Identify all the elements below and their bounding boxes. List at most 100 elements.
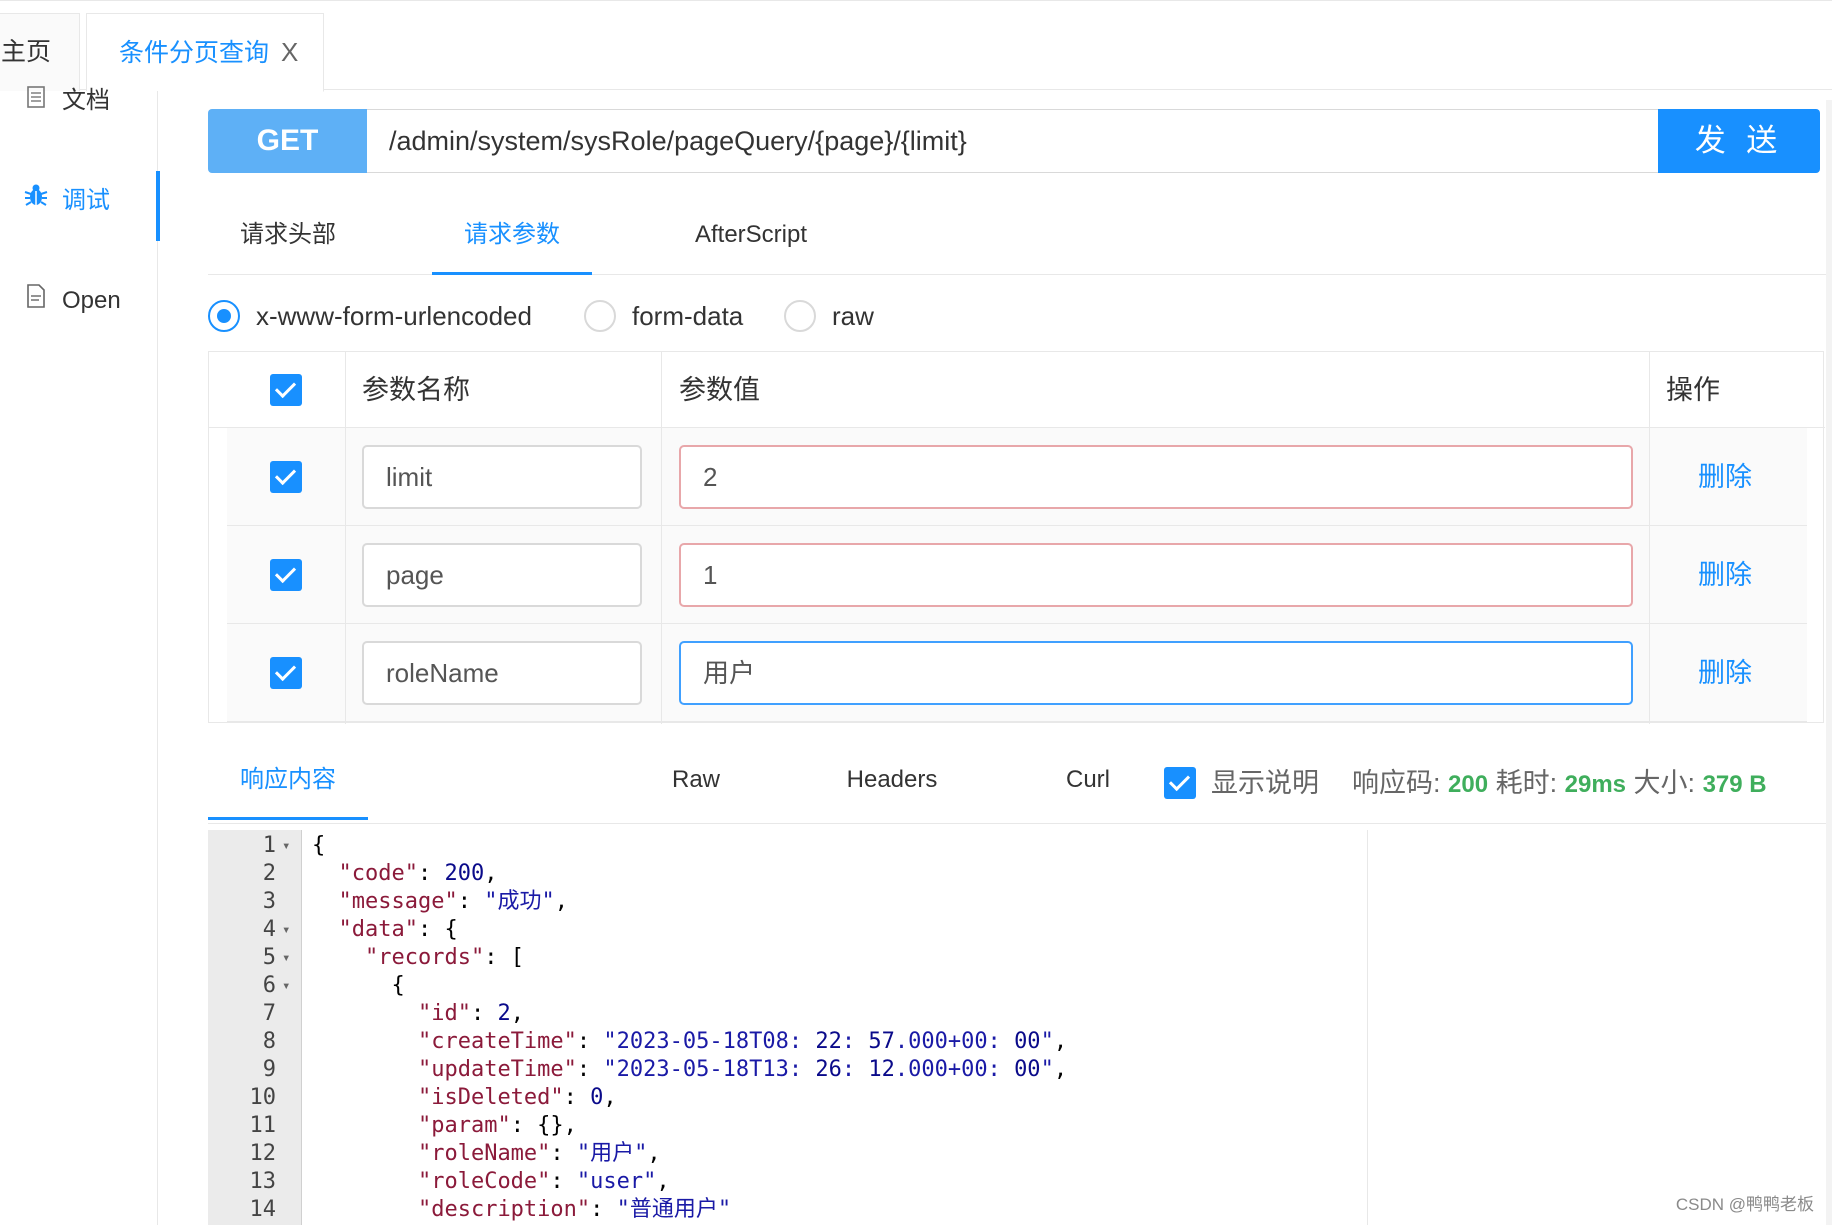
line-number: 14: [249, 1197, 277, 1222]
radio-dot: [208, 300, 240, 332]
table-row: limit 2 删除: [227, 428, 1807, 526]
body-type-radio-group: x-www-form-urlencoded form-data raw: [208, 296, 1208, 336]
size-label: 大小:: [1633, 768, 1696, 798]
url-input[interactable]: /admin/system/sysRole/pageQuery/{page}/{…: [367, 109, 1667, 173]
delete-button[interactable]: 删除: [1698, 526, 1752, 624]
bug-icon: [22, 171, 50, 231]
sidebar: 文档 调试 Open: [0, 86, 160, 1225]
code-line: {: [312, 833, 326, 858]
tab-headers[interactable]: Headers: [808, 750, 976, 820]
tab-active-label: 条件分页查询: [119, 39, 270, 67]
column-header-name: 参数名称: [362, 375, 470, 405]
time-label: 耗时:: [1495, 768, 1558, 798]
table-row: page 1 删除: [227, 526, 1807, 624]
request-tabs: 请求头部 请求参数 AfterScript: [208, 205, 1832, 275]
code-line: "updateTime": "2023-05-18T13: 26: 12.000…: [417, 1057, 1068, 1082]
tab-afterscript[interactable]: AfterScript: [666, 205, 836, 275]
delete-button[interactable]: 删除: [1698, 624, 1752, 722]
sidebar-item-open[interactable]: Open: [0, 271, 158, 331]
fold-toggle-icon[interactable]: ▾: [282, 916, 296, 944]
table-header: 参数名称 参数值 操作: [209, 352, 1825, 428]
param-value-input[interactable]: 2: [679, 445, 1633, 509]
param-name-input[interactable]: page: [362, 543, 642, 607]
column-header-action: 操作: [1666, 375, 1720, 405]
method-select[interactable]: GET: [208, 109, 367, 173]
top-tab-bar: 主页 条件分页查询 X: [0, 0, 1832, 92]
code-line: "createTime": "2023-05-18T08: 22: 57.000…: [417, 1029, 1068, 1054]
code-line: "roleCode": "user",: [417, 1169, 670, 1194]
radio-form-data[interactable]: form-data: [584, 296, 764, 336]
response-size: 379 B: [1702, 771, 1767, 798]
row-checkbox[interactable]: [270, 657, 302, 689]
sidebar-item-docs[interactable]: 文档: [0, 71, 158, 131]
line-number: 10: [249, 1085, 277, 1110]
code-line: "description": "普通用户": [417, 1197, 732, 1222]
tab-home-label: 主页: [1, 38, 52, 66]
code-line: "code": 200,: [338, 861, 498, 886]
status-code-label: 响应码:: [1352, 768, 1441, 798]
fold-toggle-icon[interactable]: ▾: [282, 944, 296, 972]
code-line: "param": {},: [417, 1113, 577, 1138]
params-table: 参数名称 参数值 操作 limit 2 删除 page 1 删除 roleNam…: [208, 351, 1825, 724]
line-number: 3: [262, 889, 276, 914]
code-line: "message": "成功",: [338, 889, 568, 914]
code-line: "data": {: [338, 917, 458, 942]
response-time: 29ms: [1564, 771, 1627, 798]
radio-dot: [584, 300, 616, 332]
column-divider: [1649, 352, 1650, 724]
fold-toggle-icon[interactable]: ▾: [282, 972, 296, 1000]
request-bar: GET /admin/system/sysRole/pageQuery/{pag…: [208, 109, 1820, 173]
code-line: "records": [: [364, 945, 524, 970]
response-tabs: 响应内容 Raw Headers Curl 显示说明 响应码: 200 耗时: …: [208, 750, 1832, 824]
radio-x-www-form-urlencoded[interactable]: x-www-form-urlencoded: [208, 296, 548, 336]
param-value-input[interactable]: 1: [679, 543, 1633, 607]
line-number: 8: [262, 1029, 276, 1054]
select-all-checkbox[interactable]: [270, 374, 302, 406]
show-description-checkbox[interactable]: [1164, 767, 1196, 799]
line-number: 6: [262, 973, 276, 998]
code-line: "id": 2,: [417, 1001, 524, 1026]
line-number: 9: [262, 1057, 276, 1082]
column-divider: [345, 352, 346, 724]
radio-raw[interactable]: raw: [784, 296, 904, 336]
tab-curl[interactable]: Curl: [1018, 750, 1158, 820]
send-button[interactable]: 发 送: [1658, 109, 1820, 173]
line-number: 7: [262, 1001, 276, 1026]
line-number: 11: [249, 1113, 277, 1138]
page-scrollbar[interactable]: [1826, 100, 1832, 1225]
code-line: "isDeleted": 0,: [417, 1085, 617, 1110]
code-line: {: [312, 973, 405, 998]
close-icon[interactable]: X: [281, 37, 298, 67]
response-status: 响应码: 200 耗时: 29ms 大小: 379 B: [1352, 750, 1767, 816]
sidebar-item-label: 调试: [62, 187, 110, 214]
code-line: "roleName": "用户",: [417, 1141, 661, 1166]
radio-label: form-data: [632, 301, 744, 331]
tab-request-headers[interactable]: 请求头部: [208, 205, 368, 275]
column-divider: [661, 352, 662, 724]
status-code: 200: [1448, 771, 1489, 798]
show-description-label: 显示说明: [1211, 768, 1319, 798]
radio-dot: [784, 300, 816, 332]
column-header-value: 参数值: [679, 375, 760, 405]
radio-label: raw: [832, 301, 874, 331]
file-icon: [22, 271, 50, 331]
tab-response-content[interactable]: 响应内容: [208, 750, 368, 820]
tab-request-params[interactable]: 请求参数: [432, 205, 592, 275]
row-checkbox[interactable]: [270, 559, 302, 591]
line-number: 13: [249, 1169, 277, 1194]
line-number: 4: [262, 917, 276, 942]
param-name-input[interactable]: roleName: [362, 641, 642, 705]
row-checkbox[interactable]: [270, 461, 302, 493]
delete-button[interactable]: 删除: [1698, 428, 1752, 526]
param-value-input[interactable]: 用户: [679, 641, 1633, 705]
tab-raw[interactable]: Raw: [616, 750, 776, 820]
document-icon: [22, 71, 50, 131]
param-name-input[interactable]: limit: [362, 445, 642, 509]
response-code-editor[interactable]: 1 ▾{2 "code": 200, 3 "message": "成功", 4 ▾ "d…: [208, 830, 1368, 1225]
sidebar-item-debug[interactable]: 调试: [0, 171, 160, 241]
fold-toggle-icon[interactable]: ▾: [282, 832, 296, 860]
line-number: 1: [262, 833, 276, 858]
table-row: roleName 用户 删除: [227, 624, 1807, 722]
line-number: 2: [262, 861, 276, 886]
sidebar-item-label: Open: [62, 287, 121, 314]
